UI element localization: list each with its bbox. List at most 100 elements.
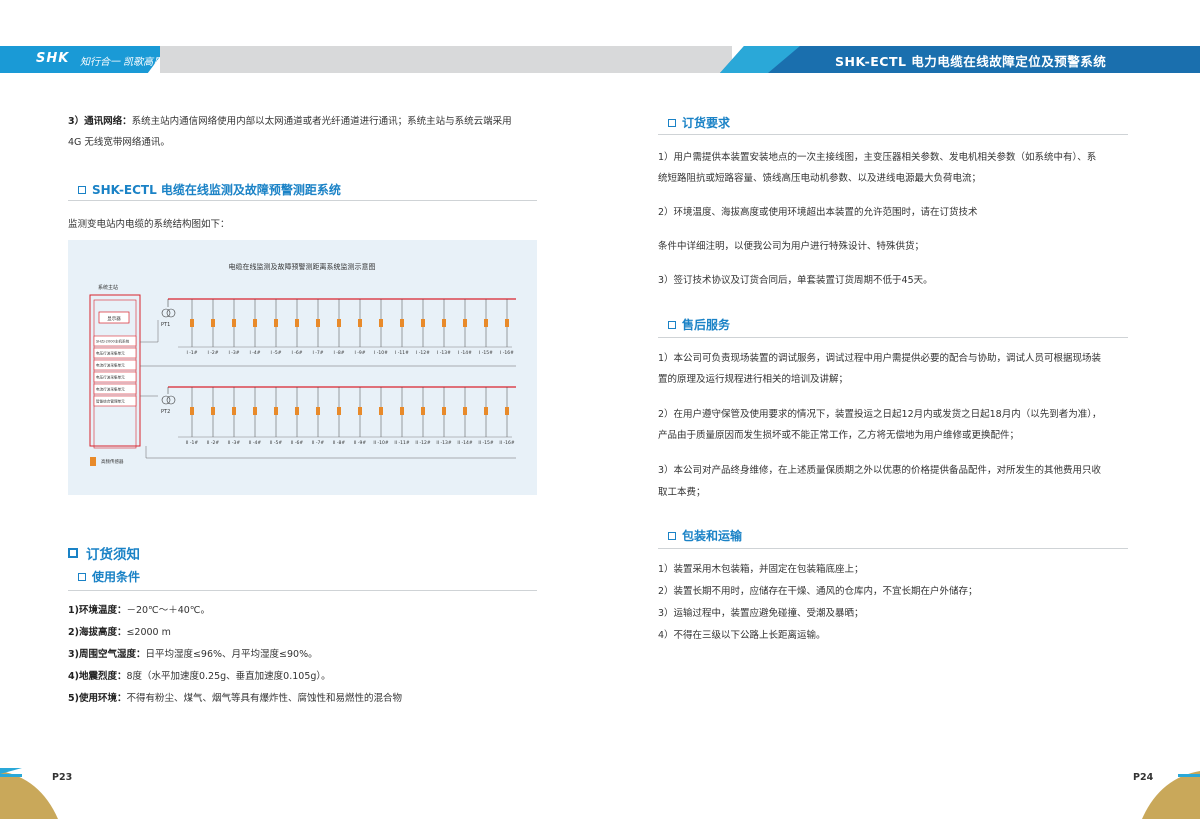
section-divider	[658, 134, 1128, 135]
brand-logo: SHK	[36, 51, 70, 66]
condition-text: 不得有粉尘、煤气、烟气等具有爆炸性、腐蚀性和易燃性的混合物	[126, 693, 402, 704]
sensor-icon	[421, 407, 425, 415]
order-line: 1）用户需提供本装置安装地点的一次主接线图，主变压器相关参数、发电机相关参数（如…	[658, 152, 1097, 163]
feeder-label: I -16#	[500, 350, 514, 356]
sensor-icon	[358, 319, 362, 327]
sensor-icon	[421, 319, 425, 327]
sensor-icon	[295, 319, 299, 327]
module-label: SHZJ-2000主机系统	[96, 339, 130, 344]
feeder-label: II -12#	[415, 440, 430, 446]
square-bullet-icon	[668, 118, 676, 127]
condition-label: 5)使用环境：	[68, 693, 127, 704]
order-requirements-heading: 订货要求	[668, 114, 730, 131]
sensor-icon	[316, 407, 320, 415]
sensor-icon	[211, 319, 215, 327]
feeder-label: II -15#	[478, 440, 493, 446]
order-line: 2）环境温度、海拔高度或使用环境超出本装置的允许范围时，请在订货技术	[658, 207, 978, 218]
sensor-icon	[505, 319, 509, 327]
sensor-icon	[190, 407, 194, 415]
condition-label: 1)环境温度：	[68, 605, 127, 616]
sensor-label: 高频传感器	[101, 458, 124, 465]
square-bullet-icon	[78, 572, 86, 581]
sensor-icon	[316, 319, 320, 327]
feeder-label: II -13#	[436, 440, 451, 446]
service-line: 置的原理及运行规程进行相关的培训及讲解；	[658, 374, 849, 385]
pt-label: PT1	[161, 322, 170, 328]
after-sales-heading: 售后服务	[668, 316, 730, 333]
feeder-label: I -15#	[479, 350, 493, 356]
transformer-icon	[161, 308, 171, 318]
sensor-icon	[253, 319, 257, 327]
sensor-icon	[232, 407, 236, 415]
feeder-label: I -10#	[374, 350, 388, 356]
feeder-label: I -1#	[186, 350, 197, 356]
service-line: 2）在用户遵守保管及使用要求的情况下，装置投运之日起12月内或发货之日起18月内…	[658, 409, 1102, 420]
feeder-label: II -7#	[312, 440, 325, 446]
feeder-label: I -3#	[228, 350, 239, 356]
section-divider	[658, 337, 1128, 338]
feeder-label: I -8#	[333, 350, 344, 356]
order-line: 统短路阻抗或短路容量、馈线高压电动机参数、以及进线电源最大负荷电流；	[658, 173, 982, 184]
pack-line: 1）装置采用木包装箱，并固定在包装箱底座上；	[658, 564, 864, 575]
usage-heading-text: 使用条件	[92, 570, 141, 584]
packaging-heading: 包装和运输	[668, 527, 742, 544]
display-label: 显示器	[107, 316, 121, 322]
feeder-label: I -2#	[207, 350, 218, 356]
section-divider	[68, 200, 537, 201]
condition-label: 3)周围空气湿度：	[68, 649, 146, 660]
sensor-icon	[274, 407, 278, 415]
condition-text: ≤2000 m	[126, 627, 171, 638]
section-divider	[68, 590, 537, 591]
condition-text: 8度（水平加速度0.25g、垂直加速度0.105g）。	[126, 671, 331, 682]
module-label: 电流行波采集单元	[96, 387, 125, 392]
sensor-icon	[358, 407, 362, 415]
square-bullet-icon	[668, 320, 676, 329]
service-line: 3）本公司对产品终身维修，在上述质量保质期之外以优惠的价格提供备品配件，对所发生…	[658, 465, 1102, 476]
station-label: 系统主站	[98, 284, 118, 291]
sensor-icon	[253, 407, 257, 415]
section-title-ectl: SHK-ECTL 电缆在线监测及故障预警测距系统	[78, 181, 341, 198]
header-accent-stripe	[720, 46, 800, 73]
pt-label: PT2	[161, 409, 170, 415]
feeder-label: II -16#	[499, 440, 514, 446]
after-sales-text: 售后服务	[682, 318, 731, 332]
module-label: 智能综合管理单元	[96, 399, 125, 404]
condition-item: 5)使用环境：不得有粉尘、煤气、烟气等具有爆炸性、腐蚀性和易燃性的混合物	[68, 692, 402, 706]
condition-item: 3)周围空气湿度：日平均湿度≤96%、月平均湿度≤90%。	[68, 648, 318, 662]
feeder-label: I -11#	[395, 350, 409, 356]
transformer-icon	[161, 395, 171, 405]
sensor-icon	[484, 319, 488, 327]
module-label: 电压行波采集单元	[96, 375, 125, 380]
comm-line-2: 4G 无线宽带网络通讯。	[68, 137, 170, 148]
feeder-label: I -4#	[249, 350, 260, 356]
square-bullet-icon	[668, 531, 676, 540]
order-notice-text: 订货须知	[86, 547, 140, 563]
feeder-label: II -10#	[373, 440, 388, 446]
transformer-icon	[166, 308, 176, 318]
condition-label: 4)地震烈度：	[68, 671, 127, 682]
comm-line-1: 系统主站内通信网络使用内部以太网通道或者光纤通道进行通讯；系统主站与系统云端采用	[131, 116, 512, 127]
order-requirements-text: 订货要求	[682, 116, 731, 130]
square-bullet-icon	[78, 185, 86, 194]
feeder-label: I -7#	[312, 350, 323, 356]
packaging-text: 包装和运输	[682, 529, 743, 543]
comm-paragraph: 3）通讯网络：系统主站内通信网络使用内部以太网通道或者光纤通道进行通讯；系统主站…	[68, 115, 512, 129]
sensor-icon	[274, 319, 278, 327]
sensor-icon	[190, 319, 194, 327]
service-line: 取工本费；	[658, 487, 706, 498]
feeder-label: I -13#	[437, 350, 451, 356]
module-label: 电压行波采集单元	[96, 351, 125, 356]
sensor-icon	[442, 407, 446, 415]
sensor-icon	[232, 319, 236, 327]
section-title-ectl-text: SHK-ECTL 电缆在线监测及故障预警测距系统	[92, 183, 341, 197]
pack-line: 4）不得在三级以下公路上长距离运输。	[658, 630, 826, 641]
sensor-icon	[379, 407, 383, 415]
header-title: SHK-ECTL 电力电缆在线故障定位及预警系统	[835, 54, 1107, 69]
diagram-title: 电缆在线监测及故障预警测距离系统监测示意图	[229, 262, 376, 271]
brand-slogan: 知行合一 凯歌高昂	[80, 57, 164, 68]
footer-decoration-right	[1142, 771, 1200, 819]
condition-text: －20℃～＋40℃。	[126, 605, 210, 616]
sensor-icon	[463, 407, 467, 415]
page-number-right: P24	[1133, 772, 1154, 783]
feeder-label: I -6#	[291, 350, 302, 356]
